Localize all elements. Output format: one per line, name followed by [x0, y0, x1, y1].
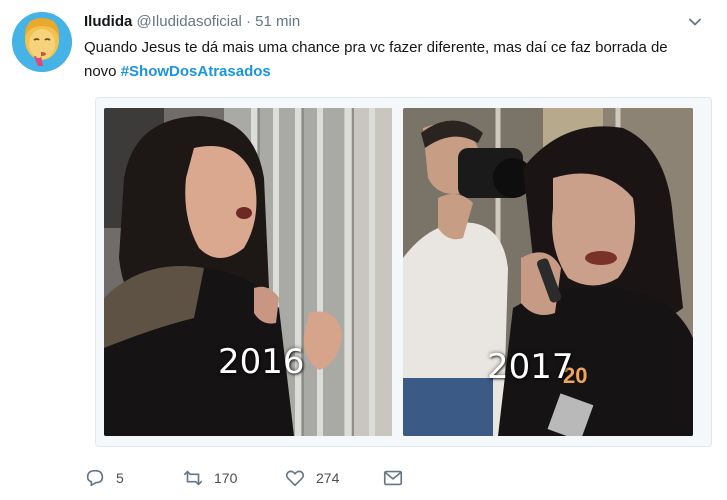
tweet-text: Quando Jesus te dá mais uma chance pra v… — [84, 36, 674, 84]
retweet-count: 170 — [214, 470, 238, 486]
year-2016-label: 2016 — [218, 342, 305, 382]
tweet-card[interactable]: Iludida @Iludidasoficial · 51 min Quando… — [0, 0, 727, 500]
avatar[interactable] — [12, 12, 72, 72]
envelope-icon — [383, 470, 403, 486]
timestamp[interactable]: 51 min — [255, 13, 300, 30]
tweet-actions: 5 170 274 — [84, 464, 484, 492]
media-container: 2016 20 2017 — [95, 97, 712, 447]
chevron-down-icon[interactable] — [687, 14, 703, 30]
retweet-button[interactable]: 170 — [182, 464, 237, 492]
like-button[interactable]: 274 — [284, 464, 339, 492]
reply-icon — [86, 469, 104, 487]
separator-dot: · — [245, 13, 251, 30]
reply-button[interactable]: 5 — [84, 464, 124, 492]
user-handle[interactable]: @Iludidasoficial — [137, 13, 242, 30]
avatar-emoji-icon — [12, 12, 72, 72]
hashtag-link[interactable]: #ShowDosAtrasados — [121, 63, 271, 80]
reply-count: 5 — [116, 470, 124, 486]
display-name[interactable]: Iludida — [84, 13, 132, 30]
like-count: 274 — [316, 470, 340, 486]
year-2017-label: 2017 — [487, 347, 574, 387]
photo-2016[interactable]: 2016 — [104, 108, 392, 436]
retweet-icon — [183, 470, 203, 486]
photo-2017[interactable]: 20 2017 — [403, 108, 693, 436]
direct-message-button[interactable] — [382, 464, 414, 492]
heart-icon — [285, 470, 305, 487]
tweet-header: Iludida @Iludidasoficial · 51 min — [84, 12, 707, 32]
